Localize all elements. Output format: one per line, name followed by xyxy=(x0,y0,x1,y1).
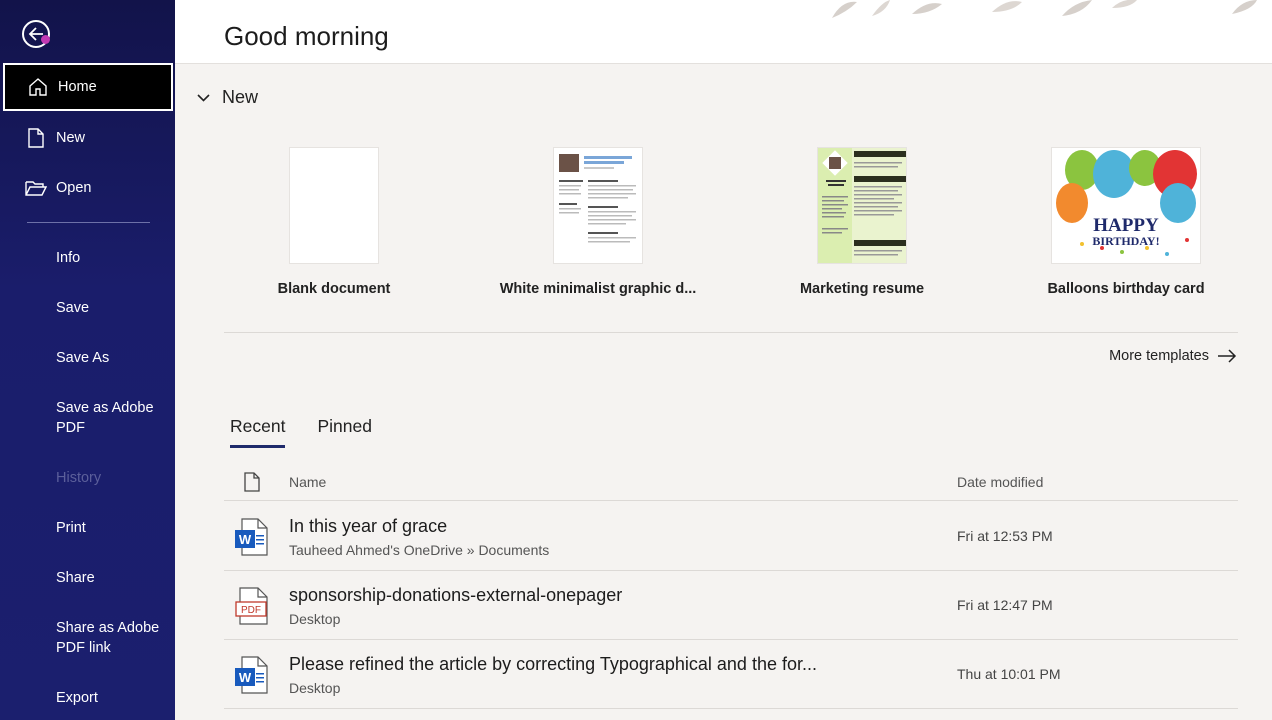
folder-open-icon xyxy=(25,177,47,199)
tab-recent[interactable]: Recent xyxy=(230,416,286,448)
sidebar-item-label: New xyxy=(56,130,86,146)
file-list-header: Name Date modified xyxy=(224,468,1238,501)
table-row[interactable]: W In this year of grace Tauheed Ahmed's … xyxy=(224,502,1238,571)
file-location: Tauheed Ahmed's OneDrive » Documents xyxy=(289,542,550,558)
word-document-icon: W xyxy=(235,518,268,556)
sidebar-item-open[interactable]: Open xyxy=(0,164,175,212)
sidebar-item-info[interactable]: Info xyxy=(56,248,80,268)
sidebar-item-share[interactable]: Share xyxy=(56,568,95,588)
file-location: Desktop xyxy=(289,611,341,627)
word-document-icon: W xyxy=(235,656,268,694)
sidebar-item-history: History xyxy=(56,470,102,486)
template-thumbnail xyxy=(290,148,378,263)
new-document-icon xyxy=(25,127,47,149)
template-label: Balloons birthday card xyxy=(1047,281,1205,297)
resume-preview-icon xyxy=(559,154,636,243)
file-tabs: Recent Pinned xyxy=(230,416,404,448)
file-date: Fri at 12:53 PM xyxy=(957,528,1053,544)
sidebar-item-share-as-adobe-pdf-link[interactable]: Share as Adobe PDF link xyxy=(56,618,159,658)
template-marketing-resume[interactable]: Marketing resume xyxy=(752,148,972,297)
sidebar-item-label: Open xyxy=(56,180,92,196)
pdf-document-icon: PDF xyxy=(235,587,268,625)
card-text-birthday: BIRTHDAY! xyxy=(1092,234,1159,248)
file-date: Fri at 12:47 PM xyxy=(957,597,1053,613)
section-divider xyxy=(224,332,1238,333)
sidebar-item-new[interactable]: New xyxy=(0,114,175,162)
pdf-badge: PDF xyxy=(241,605,261,616)
more-templates-link[interactable]: More templates xyxy=(1109,348,1237,364)
balloons-icon: HAPPY BIRTHDAY! xyxy=(1056,150,1197,256)
page-title: Good morning xyxy=(224,21,389,51)
column-header-name[interactable]: Name xyxy=(289,474,326,490)
more-templates-label: More templates xyxy=(1109,348,1209,364)
file-date: Thu at 10:01 PM xyxy=(957,666,1061,682)
arrow-right-icon xyxy=(1218,349,1237,363)
template-thumbnail: HAPPY BIRTHDAY! xyxy=(1052,148,1200,263)
top-banner: Good morning xyxy=(175,0,1272,64)
svg-text:W: W xyxy=(239,532,252,547)
file-type-icon xyxy=(244,472,260,492)
home-icon xyxy=(27,76,49,98)
column-header-date[interactable]: Date modified xyxy=(957,474,1043,490)
file-name: sponsorship-donations-external-onepager xyxy=(289,585,623,605)
sidebar-item-save-as[interactable]: Save As xyxy=(56,348,109,368)
file-name: Please refined the article by correcting… xyxy=(289,654,817,674)
template-label: Blank document xyxy=(277,281,391,297)
card-text-happy: HAPPY xyxy=(1093,215,1159,236)
template-label: White minimalist graphic d... xyxy=(499,281,697,297)
resume-preview-icon xyxy=(818,148,906,263)
sidebar-item-print[interactable]: Print xyxy=(56,518,86,538)
template-label: Marketing resume xyxy=(799,281,925,297)
template-thumbnail xyxy=(818,148,906,263)
sidebar-item-home[interactable]: Home xyxy=(3,63,173,111)
chevron-down-icon xyxy=(197,93,210,102)
notification-dot xyxy=(41,35,50,44)
main-content: Good morning New Blank document White mi… xyxy=(175,0,1272,720)
template-white-minimalist[interactable]: White minimalist graphic d... xyxy=(488,148,708,297)
template-balloons-birthday-card[interactable]: HAPPY BIRTHDAY! Balloons birthday card xyxy=(1016,148,1236,297)
sidebar: Home New Open Info Save Save As Save as … xyxy=(0,0,175,720)
sidebar-item-label: Home xyxy=(58,79,97,95)
template-thumbnail xyxy=(554,148,642,263)
tab-pinned[interactable]: Pinned xyxy=(317,416,372,448)
table-row[interactable]: PDF sponsorship-donations-external-onepa… xyxy=(224,571,1238,640)
file-location: Desktop xyxy=(289,680,341,696)
sidebar-item-save-as-adobe-pdf[interactable]: Save as Adobe PDF xyxy=(56,398,154,438)
leaf-decoration-icon xyxy=(832,0,1257,18)
back-button[interactable] xyxy=(22,20,50,48)
new-section-toggle[interactable]: New xyxy=(197,87,258,108)
sidebar-item-export[interactable]: Export xyxy=(56,688,98,708)
section-title: New xyxy=(222,87,259,107)
sidebar-item-save[interactable]: Save xyxy=(56,298,89,318)
svg-text:W: W xyxy=(239,670,252,685)
sidebar-divider xyxy=(27,222,150,223)
file-name: In this year of grace xyxy=(289,516,448,536)
template-blank-document[interactable]: Blank document xyxy=(224,148,444,297)
table-row[interactable]: W Please refined the article by correcti… xyxy=(224,640,1238,709)
